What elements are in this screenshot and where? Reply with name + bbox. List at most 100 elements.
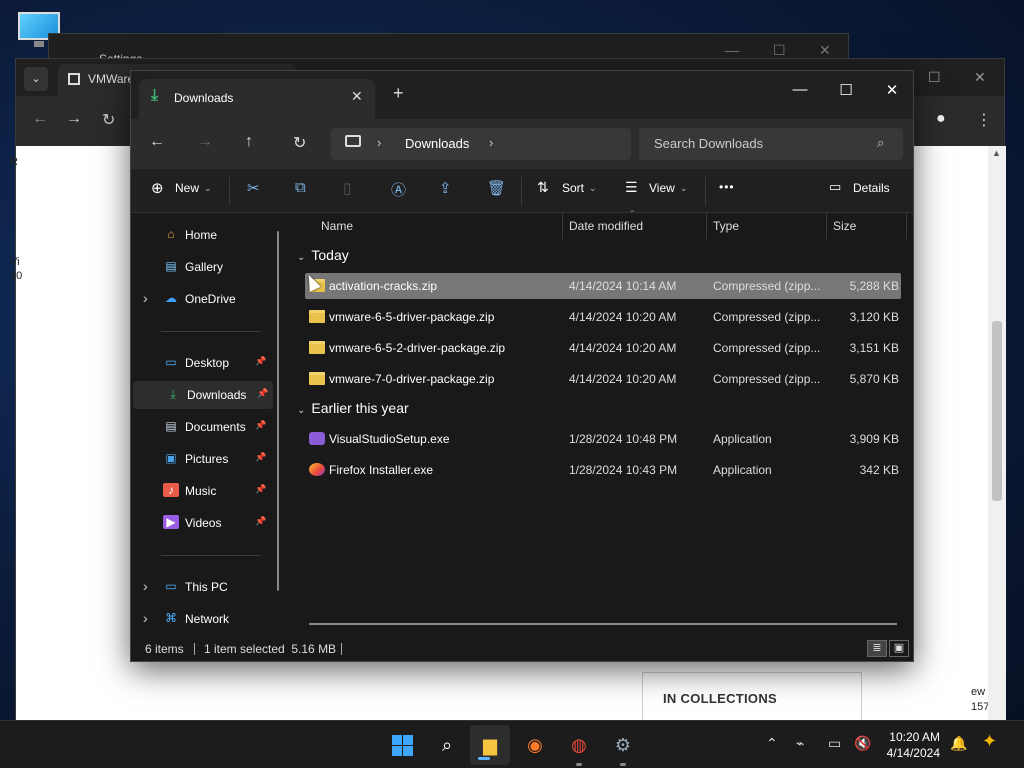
- nav-item-label: Pictures: [185, 452, 229, 466]
- copy-icon[interactable]: ⧉: [295, 179, 306, 196]
- delete-icon[interactable]: 🗑: [487, 179, 506, 197]
- search-taskbar-icon[interactable]: ⌕: [433, 731, 461, 759]
- tiles-view-icon[interactable]: ▣: [889, 640, 909, 657]
- search-input[interactable]: Search Downloads: [654, 136, 763, 151]
- explorer-titlebar[interactable]: ⤓ Downloads ✕ + — ☐ ✕: [131, 71, 913, 119]
- browser-scrollbar[interactable]: ▲: [988, 146, 1006, 720]
- nav-item-documents[interactable]: ▤ Documents 📌: [131, 413, 271, 441]
- expand-chevron-icon[interactable]: ›: [143, 578, 148, 594]
- firefox-taskbar-icon[interactable]: ◉: [521, 731, 549, 759]
- close-button[interactable]: ✕: [877, 81, 907, 99]
- profile-icon[interactable]: ●: [936, 110, 946, 128]
- nav-item-downloads[interactable]: ⤓ Downloads 📌: [133, 381, 273, 409]
- share-icon[interactable]: ⇪: [439, 179, 452, 197]
- file-row[interactable]: vmware-6-5-2-driver-package.zip 4/14/2024…: [305, 335, 901, 361]
- expand-chevron-icon[interactable]: ›: [143, 610, 148, 626]
- display-icon[interactable]: ▭: [828, 735, 841, 752]
- clock[interactable]: 10:20 AM 4/14/2024: [884, 729, 940, 761]
- maximize-button[interactable]: ☐: [831, 81, 861, 99]
- nav-scrollbar[interactable]: [277, 231, 279, 591]
- column-header-type[interactable]: Type: [713, 219, 739, 233]
- collapse-chevron-icon[interactable]: ⌄: [297, 405, 305, 416]
- maximize-icon[interactable]: ☐: [773, 42, 786, 59]
- show-hidden-icons-icon[interactable]: ⌃: [766, 735, 778, 752]
- up-button[interactable]: ↑: [245, 133, 253, 151]
- nav-item-videos[interactable]: ▶ Videos 📌: [131, 509, 271, 537]
- breadcrumb-chevron-icon[interactable]: ›: [489, 135, 493, 150]
- file-size: 5,288 KB: [849, 279, 899, 293]
- tab-close-icon[interactable]: ✕: [351, 88, 363, 105]
- refresh-button[interactable]: ↻: [293, 133, 306, 153]
- cut-icon[interactable]: ✂: [247, 179, 260, 197]
- volume-muted-icon[interactable]: 🔇: [854, 735, 871, 752]
- browser-forward-icon[interactable]: →: [66, 110, 82, 128]
- group-header[interactable]: ⌄ Earlier this year: [297, 400, 409, 416]
- nav-item-onedrive[interactable]: › ☁ OneDrive: [131, 285, 271, 313]
- file-row[interactable]: vmware-7-0-driver-package.zip 4/14/2024 1…: [305, 366, 901, 392]
- start-button[interactable]: [389, 731, 417, 759]
- collections-card[interactable]: IN COLLECTIONS: [642, 672, 862, 722]
- cloud-icon: ☁: [165, 291, 177, 305]
- taskbar: ⌕ ▆ ◉ ◍ ⚙ ⌃ ⌁ ▭ 🔇 10:20 AM 4/14/2024 🔔 ✦: [0, 720, 1024, 768]
- close-icon[interactable]: ✕: [819, 42, 831, 59]
- browser-close-icon[interactable]: ✕: [974, 69, 986, 86]
- view-button[interactable]: View: [649, 181, 675, 195]
- chrome-taskbar-icon[interactable]: ◍: [565, 731, 593, 766]
- browser-back-icon[interactable]: ←: [32, 110, 48, 128]
- nav-item-home[interactable]: ⌂ Home: [131, 221, 271, 249]
- file-row[interactable]: vmware-6-5-driver-package.zip 4/14/2024 1…: [305, 304, 901, 330]
- nav-item-desktop[interactable]: ▭ Desktop 📌: [131, 349, 271, 377]
- column-header-size[interactable]: Size: [833, 219, 856, 233]
- sort-button[interactable]: Sort: [562, 181, 584, 195]
- chevron-down-icon: ⌄: [204, 183, 212, 193]
- network-status-icon[interactable]: ⌁: [796, 735, 804, 752]
- nav-divider: [161, 555, 261, 556]
- file-row[interactable]: VisualStudioSetup.exe 1/28/2024 10:48 PM A…: [305, 426, 901, 452]
- browser-refresh-icon[interactable]: ↻: [102, 110, 115, 130]
- nav-item-gallery[interactable]: ▤ Gallery: [131, 253, 271, 281]
- pc-icon[interactable]: [345, 135, 361, 147]
- nav-item-network[interactable]: › ⌘ Network: [131, 605, 271, 633]
- sort-caret-icon: ⌃: [629, 209, 636, 218]
- address-bar[interactable]: › Downloads ›: [331, 128, 631, 160]
- nav-item-this-pc[interactable]: › ▭ This PC: [131, 573, 271, 601]
- breadcrumb-chevron-icon[interactable]: ›: [377, 135, 381, 150]
- file-explorer-taskbar-icon[interactable]: ▆: [470, 725, 510, 765]
- paste-icon[interactable]: ▯: [343, 179, 351, 197]
- more-options-button[interactable]: •••: [719, 180, 735, 194]
- scrollbar-thumb[interactable]: [992, 321, 1002, 501]
- group-header[interactable]: ⌄ Today: [297, 247, 349, 263]
- new-tab-button[interactable]: +: [393, 83, 404, 104]
- horizontal-scrollbar[interactable]: [309, 623, 897, 625]
- notification-bell-icon[interactable]: 🔔: [950, 735, 967, 752]
- settings-taskbar-icon[interactable]: ⚙: [609, 731, 637, 766]
- forward-button[interactable]: →: [197, 133, 213, 151]
- column-header-name[interactable]: Name: [321, 219, 353, 233]
- nav-item-pictures[interactable]: ▣ Pictures 📌: [131, 445, 271, 473]
- breadcrumb-downloads[interactable]: Downloads: [405, 136, 469, 151]
- clock-time: 10:20 AM: [889, 730, 940, 744]
- file-row[interactable]: activation-cracks.zip 4/14/2024 10:14 AM C…: [305, 273, 901, 299]
- copilot-icon[interactable]: ✦: [982, 731, 997, 752]
- file-date: 4/14/2024 10:20 AM: [569, 341, 677, 355]
- details-button[interactable]: Details: [853, 181, 890, 195]
- expand-chevron-icon[interactable]: ›: [143, 290, 148, 306]
- new-button[interactable]: New: [175, 181, 199, 195]
- scroll-up-icon[interactable]: ▲: [992, 148, 1001, 158]
- browser-menu-icon[interactable]: ⋮: [976, 110, 992, 130]
- column-header-date[interactable]: Date modified: [569, 219, 643, 233]
- browser-maximize-icon[interactable]: ☐: [928, 69, 941, 86]
- rename-icon[interactable]: Ⓐ: [391, 179, 406, 200]
- details-view-icon[interactable]: ≣: [867, 640, 887, 657]
- tab-downloads[interactable]: ⤓ Downloads ✕: [139, 79, 375, 119]
- tab-list-button[interactable]: ⌄: [24, 67, 48, 91]
- collapse-chevron-icon[interactable]: ⌄: [297, 252, 305, 263]
- back-button[interactable]: ←: [149, 133, 165, 151]
- file-size: 5,870 KB: [849, 372, 899, 386]
- minimize-button[interactable]: —: [785, 81, 815, 98]
- file-row[interactable]: Firefox Installer.exe 1/28/2024 10:43 PM A…: [305, 457, 901, 483]
- search-box[interactable]: Search Downloads ⌕: [639, 128, 903, 160]
- nav-item-music[interactable]: ♪ Music 📌: [131, 477, 271, 505]
- minimize-icon[interactable]: —: [725, 42, 739, 58]
- file-explorer-window[interactable]: ⤓ Downloads ✕ + — ☐ ✕ ← → ↑ ↻ › Download…: [130, 70, 914, 662]
